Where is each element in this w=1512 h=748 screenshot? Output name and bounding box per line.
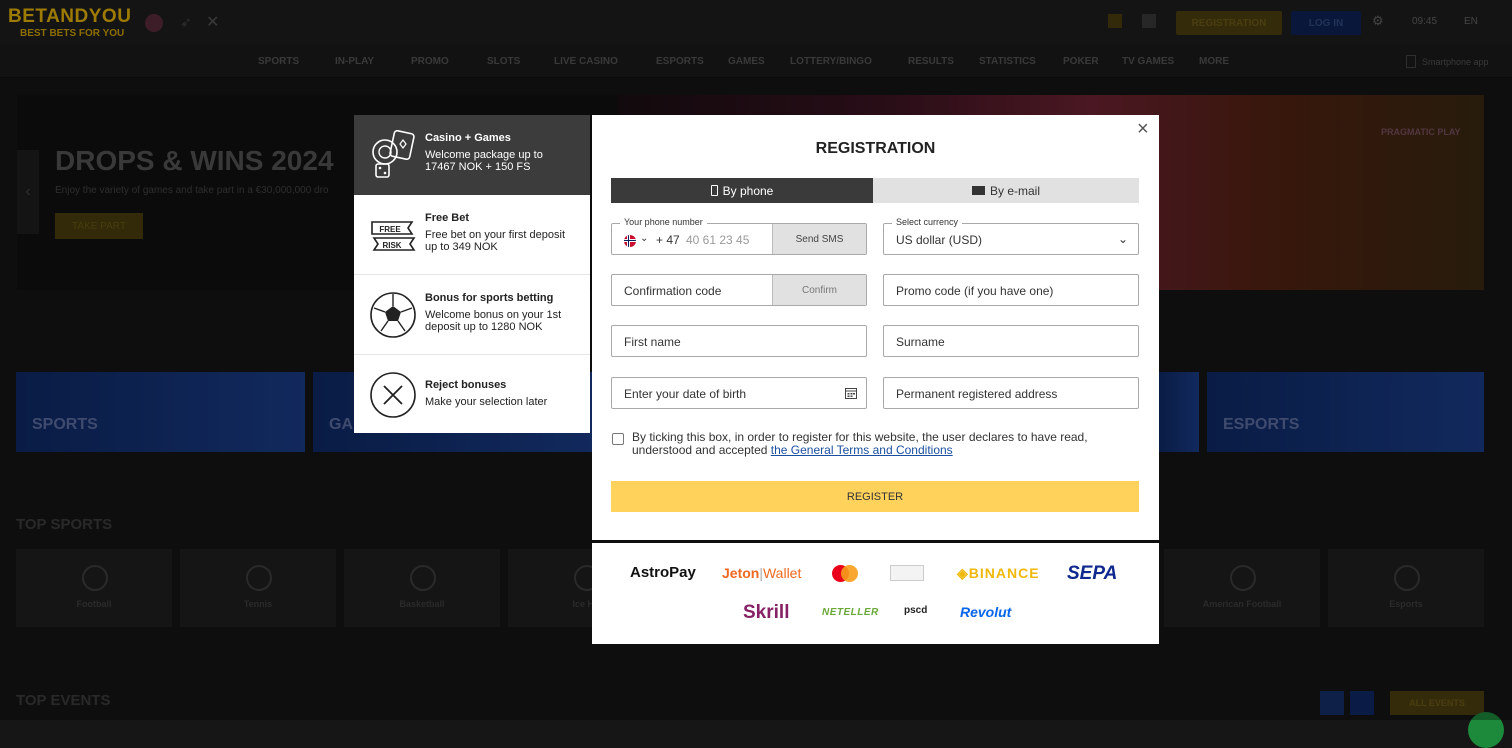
payment-methods-strip: AstroPay Jeton|Wallet ◈BINANCE SEPA Skri… <box>592 543 1159 644</box>
bonus-option-casino-games[interactable]: Casino + Games Welcome package up to 174… <box>354 115 590 195</box>
bonus-title: Casino + Games <box>425 132 511 144</box>
bonus-selection-panel: Casino + Games Welcome package up to 174… <box>354 115 590 433</box>
bank-card-logo <box>890 565 924 581</box>
terms-text: By ticking this box, in order to registe… <box>632 431 1142 457</box>
field-placeholder: First name <box>624 335 681 349</box>
modal-title: REGISTRATION <box>815 140 936 157</box>
bonus-description: Make your selection later <box>425 396 548 408</box>
field-placeholder: Promo code (if you have one) <box>896 284 1054 298</box>
astropay-logo: AstroPay <box>630 564 696 581</box>
phone-input-placeholder[interactable]: 40 61 23 45 <box>686 233 749 247</box>
tab-label: By phone <box>722 183 774 198</box>
chevron-down-icon: ⌄ <box>1117 232 1128 246</box>
surname-field[interactable]: Surname <box>883 325 1139 357</box>
sepa-logo: SEPA <box>1067 563 1118 584</box>
bonus-title: Bonus for sports betting <box>425 292 554 304</box>
envelope-icon <box>971 186 985 195</box>
revolut-logo: Revolut <box>960 604 1012 620</box>
reject-x-icon <box>370 372 416 418</box>
tab-by-phone[interactable]: By phone <box>611 178 873 203</box>
wallet-text: Wallet <box>762 565 802 581</box>
bonus-description: Free bet on your first deposit up to 349… <box>425 229 566 253</box>
phone-country-code: + 47 <box>656 233 680 247</box>
free-badge-text: FREE <box>379 225 401 234</box>
currency-value: US dollar (USD) <box>896 233 983 247</box>
casino-chips-dice-icon <box>372 130 415 178</box>
bonus-option-free-bet[interactable]: FREE RISK Free Bet Free bet on your firs… <box>354 195 590 275</box>
jeton-text: Jeton <box>722 565 760 581</box>
bonus-description: Welcome bonus on your 1st deposit up to … <box>425 309 562 333</box>
pscd-logo: pscd <box>904 605 928 616</box>
chevron-down-icon[interactable]: ⌄ <box>640 233 648 244</box>
confirm-button[interactable]: Confirm <box>772 275 866 305</box>
jeton-wallet-logo: Jeton|Wallet <box>722 565 802 581</box>
bonus-description: Welcome package up to 17467 NOK + 150 FS <box>425 149 543 173</box>
phone-number-field[interactable]: Your phone number ⌄ + 47 40 61 23 45 Sen… <box>611 217 867 255</box>
registration-modal: × REGISTRATION By phone By e-mail Your p… <box>592 115 1159 540</box>
neteller-logo: NETELLER <box>822 607 879 618</box>
risk-badge-text: RISK <box>382 241 401 250</box>
binance-logo: ◈BINANCE <box>957 565 1040 582</box>
field-placeholder: Permanent registered address <box>896 387 1058 401</box>
tab-label: By e-mail <box>989 183 1040 198</box>
field-legend: Select currency <box>892 217 963 227</box>
terms-link[interactable]: the General Terms and Conditions <box>771 443 953 457</box>
close-icon[interactable]: × <box>1137 119 1149 139</box>
first-name-field[interactable]: First name <box>611 325 867 357</box>
field-legend: Your phone number <box>620 217 707 227</box>
field-placeholder: Surname <box>896 335 945 349</box>
bonus-option-reject[interactable]: Reject bonuses Make your selection later <box>354 355 590 435</box>
send-sms-button[interactable]: Send SMS <box>772 224 866 254</box>
bonus-title: Reject bonuses <box>425 379 507 391</box>
norway-flag-icon[interactable] <box>624 235 636 247</box>
address-field[interactable]: Permanent registered address <box>883 377 1139 409</box>
date-of-birth-field[interactable]: Enter your date of birth <box>611 377 867 409</box>
mastercard-logo-orange <box>841 565 858 582</box>
promo-code-field[interactable]: Promo code (if you have one) <box>883 274 1139 306</box>
phone-icon <box>710 185 718 196</box>
bonus-option-sports-betting[interactable]: Bonus for sports betting Welcome bonus o… <box>354 275 590 355</box>
field-placeholder: Confirmation code <box>624 284 722 298</box>
binance-diamond-icon: ◈ <box>957 565 969 581</box>
bonus-title: Free Bet <box>425 212 470 224</box>
soccer-ball-icon <box>370 292 416 338</box>
confirmation-code-field[interactable]: Confirmation code Confirm <box>611 274 867 306</box>
field-placeholder: Enter your date of birth <box>624 387 747 401</box>
skrill-logo: Skrill <box>743 602 790 623</box>
free-risk-ticket-icon: FREE RISK <box>371 221 416 251</box>
register-button[interactable]: REGISTER <box>611 481 1139 512</box>
binance-text: BINANCE <box>968 565 1040 581</box>
tab-by-email[interactable]: By e-mail <box>873 178 1139 203</box>
terms-checkbox[interactable] <box>612 433 624 445</box>
calendar-icon[interactable] <box>845 387 857 399</box>
currency-select[interactable]: Select currency US dollar (USD) ⌄ <box>883 217 1139 255</box>
